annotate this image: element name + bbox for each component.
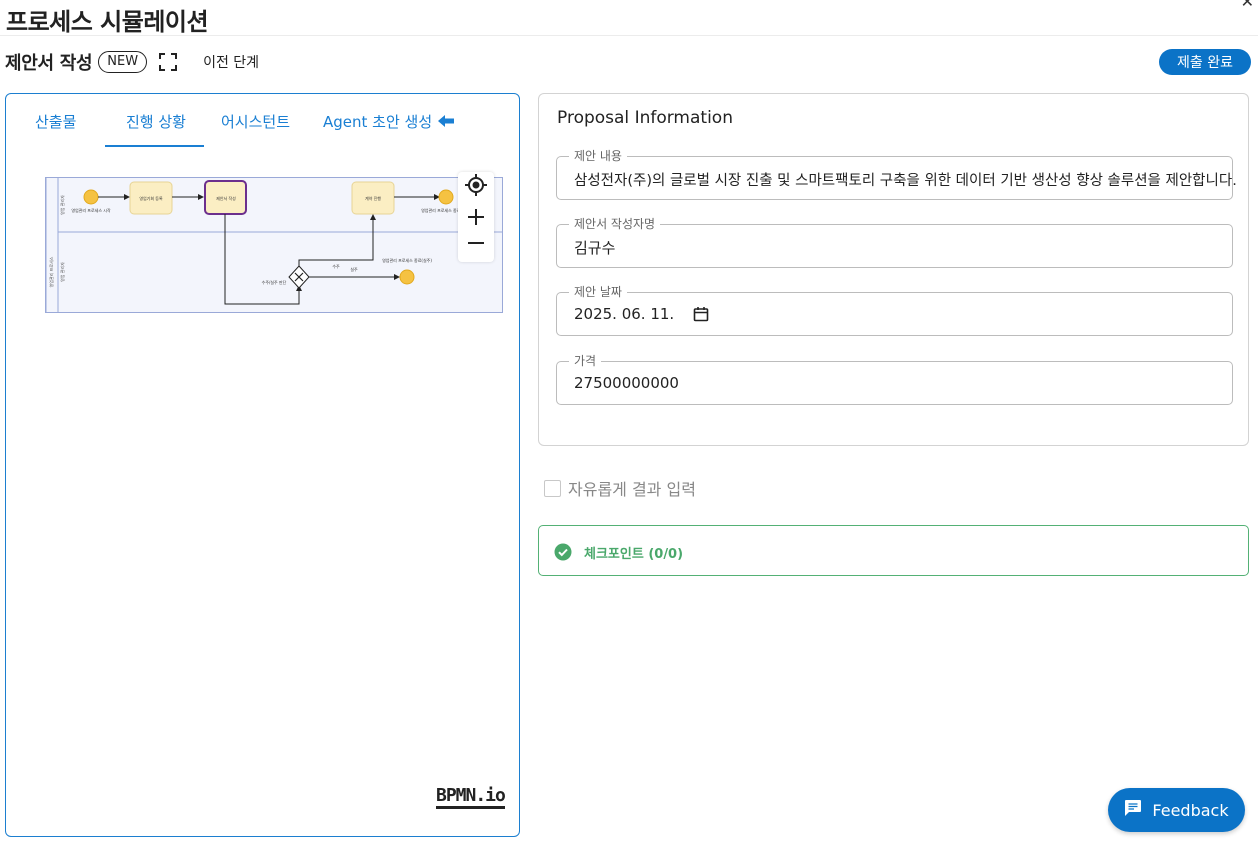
left-panel: 산출물 진행 상황 어시스턴트 Agent 초안 생성 영업관리 프로세스 영업…	[5, 93, 520, 837]
flow-won-label: 수주	[332, 263, 340, 269]
tab-assistant[interactable]: 어시스턴트	[221, 111, 290, 132]
start-event-label: 영업관리 프로세스 시작	[71, 207, 111, 213]
feedback-icon	[1124, 799, 1142, 821]
title-divider	[0, 35, 1258, 36]
plus-icon	[468, 209, 484, 225]
tab-agent-draft-label: Agent 초안 생성	[323, 113, 433, 131]
checkpoint-label: 체크포인트 (0/0)	[584, 547, 684, 562]
zoom-in-button[interactable]	[458, 204, 494, 230]
page-title: 프로세스 시뮬레이션	[6, 8, 209, 36]
reset-view-button[interactable]	[458, 172, 494, 198]
lane-label-manager: 영업 관리자	[59, 195, 65, 215]
end-event-lost-label: 영업관리 프로세스 종료(실주)	[382, 257, 432, 263]
end-event-won[interactable]	[438, 189, 454, 205]
close-icon[interactable]: ✕	[1241, 0, 1254, 11]
author-name-value: 김규수	[574, 239, 616, 257]
zoom-out-button[interactable]	[458, 230, 494, 256]
minus-icon	[468, 242, 484, 244]
prev-step-button[interactable]: 이전 단계	[203, 52, 259, 72]
crosshair-icon	[465, 174, 487, 196]
lane-label-pool: 영업관리 프로세스	[48, 256, 54, 287]
author-name-label: 제안서 작성자명	[569, 216, 661, 232]
proposal-content-value: 삼성전자(주)의 글로벌 시장 진출 및 스마트팩토리 구축을 위한 데이터 기…	[574, 173, 1237, 189]
checkpoint-panel[interactable]: 체크포인트 (0/0)	[538, 525, 1249, 576]
tab-outputs[interactable]: 산출물	[35, 111, 76, 132]
tab-progress[interactable]: 진행 상황	[126, 111, 186, 132]
bpmn-io-logo[interactable]: BPMN.io	[436, 786, 506, 809]
calendar-icon[interactable]	[693, 306, 709, 326]
arrow-left-icon	[438, 114, 455, 132]
start-event[interactable]	[83, 189, 99, 205]
end-event-lost[interactable]	[399, 269, 415, 285]
feedback-button[interactable]: Feedback	[1108, 788, 1245, 832]
gateway-label: 수주/실주 판단	[262, 279, 287, 285]
form-title: Proposal Information	[557, 108, 733, 128]
submit-complete-button[interactable]: 제출 완료	[1159, 49, 1251, 75]
step-title: 제안서 작성	[5, 53, 93, 74]
free-input-label: 자유롭게 결과 입력	[568, 480, 696, 499]
proposal-date-field[interactable]: 제안 날짜 2025. 06. 11.	[556, 284, 1233, 336]
free-input-checkbox[interactable]	[544, 479, 561, 497]
free-input-toggle[interactable]: 자유롭게 결과 입력	[544, 476, 696, 500]
proposal-date-value: 2025. 06. 11.	[574, 305, 675, 323]
fullscreen-icon[interactable]	[159, 53, 178, 71]
feedback-label: Feedback	[1152, 800, 1229, 820]
price-value: 27500000000	[574, 374, 679, 392]
zoom-toolbar	[458, 172, 494, 262]
price-field[interactable]: 가격 27500000000	[556, 353, 1233, 405]
proposal-date-label: 제안 날짜	[569, 284, 627, 300]
tab-bar: 산출물 진행 상황 어시스턴트 Agent 초안 생성	[6, 94, 519, 148]
task-register-label: 영업기회 등록	[139, 195, 163, 201]
active-tab-indicator	[105, 145, 204, 147]
tab-agent-draft[interactable]: Agent 초안 생성	[323, 111, 455, 132]
step-header: 제안서 작성 NEW 이전 단계	[5, 48, 259, 76]
check-circle-icon	[554, 543, 572, 565]
proposal-content-field[interactable]: 제안 내용 삼성전자(주)의 글로벌 시장 진출 및 스마트팩토리 구축을 위한…	[556, 148, 1237, 200]
author-name-field[interactable]: 제안서 작성자명 김규수	[556, 216, 1233, 268]
task-contract-label: 계약 진행	[365, 195, 381, 201]
bpmn-diagram[interactable]: 영업관리 프로세스 영업 관리자 영업 관리자 영업관리 프로세스 시작 영업기…	[45, 177, 503, 313]
proposal-form: Proposal Information 제안 내용 삼성전자(주)의 글로벌 …	[538, 93, 1249, 446]
lane-label-manager-2: 영업 관리자	[59, 262, 65, 282]
task-proposal-label: 제안서 작성	[216, 195, 236, 201]
flow-lost-label: 실주	[350, 266, 358, 272]
price-label: 가격	[569, 353, 602, 369]
proposal-content-label: 제안 내용	[569, 148, 627, 164]
new-badge: NEW	[98, 51, 148, 73]
